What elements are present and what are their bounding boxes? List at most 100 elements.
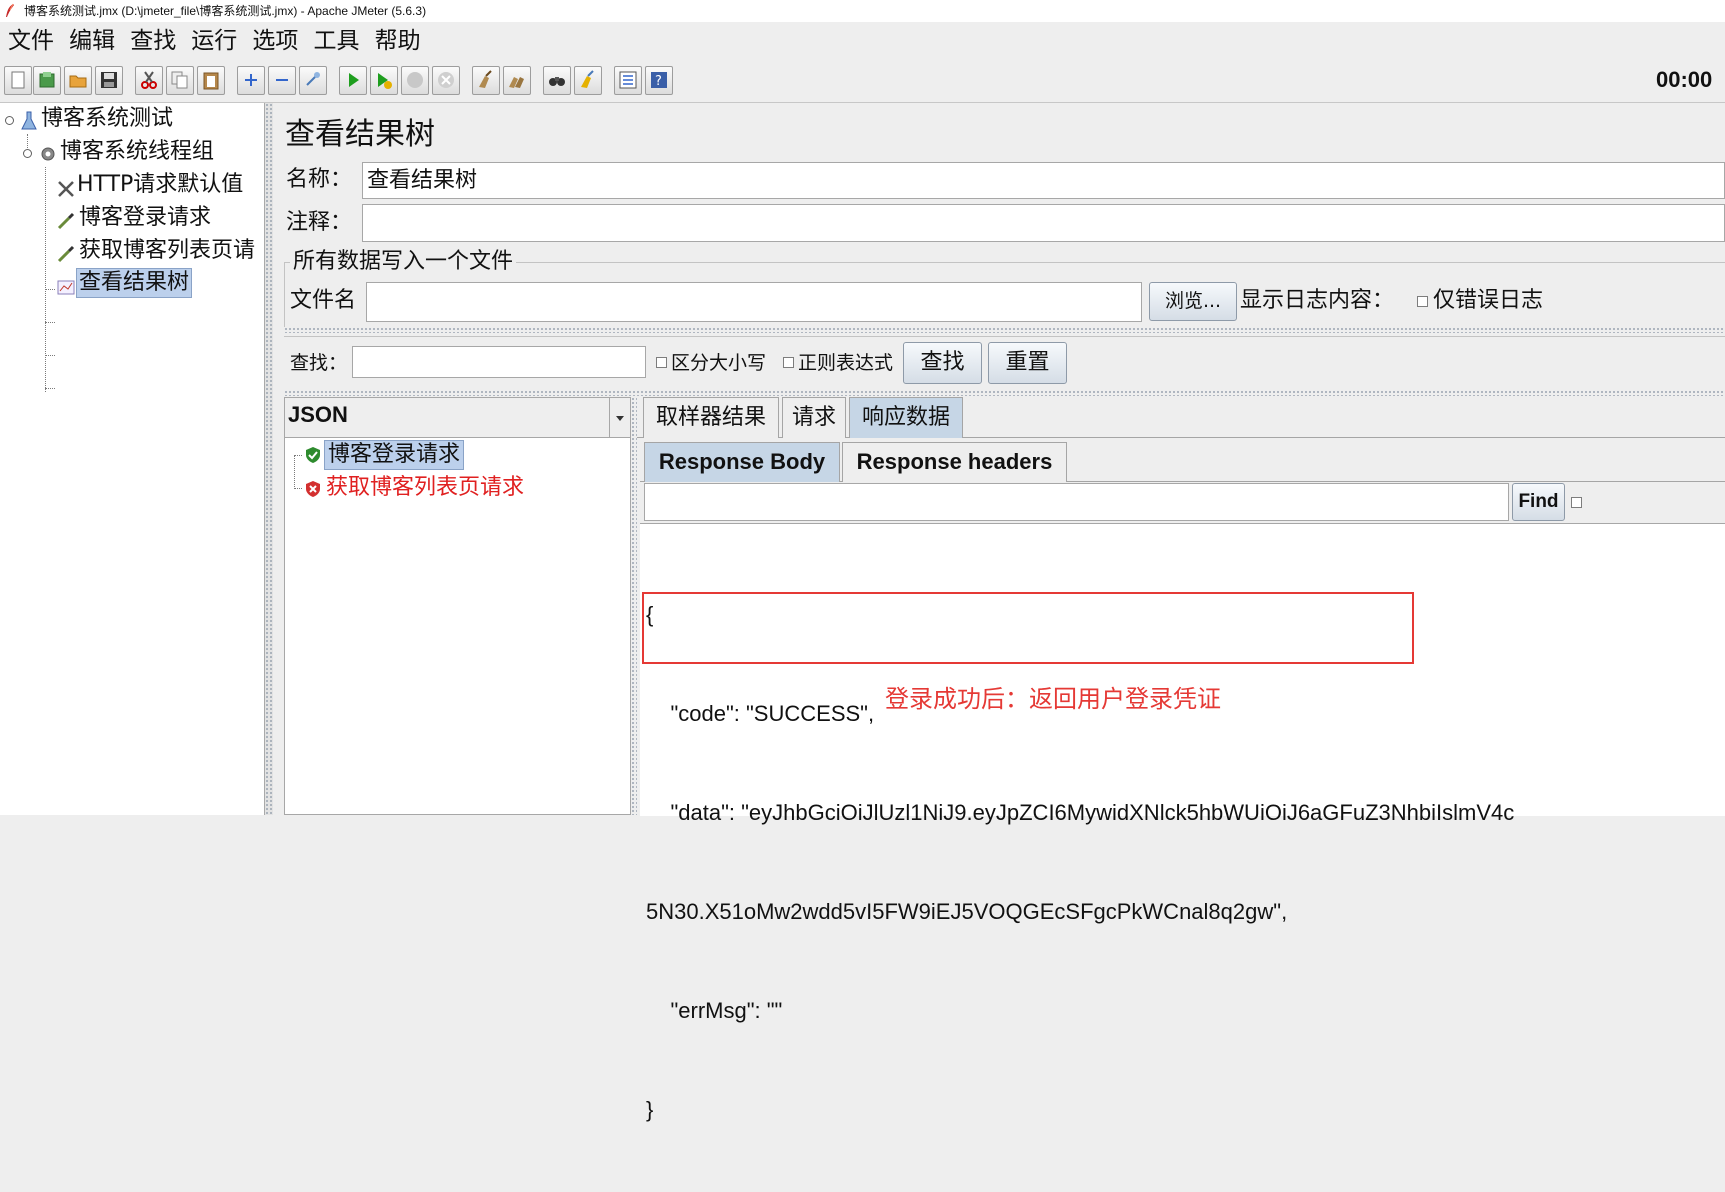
sample-login-request[interactable]: 博客登录请求 [324,440,465,470]
reset-button[interactable]: 重置 [988,342,1067,384]
shutdown-button[interactable] [432,66,460,95]
case-sensitive-checkbox[interactable] [656,357,667,368]
tree-node-thread-group[interactable]: 博客系统线程组 [60,138,214,166]
results-splitter[interactable] [284,390,1725,396]
save-button[interactable] [95,66,123,95]
search-input[interactable] [352,346,646,378]
reset-search-icon [581,70,594,88]
tree-thread-group-handle[interactable] [23,149,32,158]
tab-response-data[interactable]: 响应数据 [849,397,963,438]
response-body-text[interactable]: { "code": "SUCCESS", "data": "eyJhbGciOi… [640,523,1725,1122]
renderer-select[interactable]: JSON [285,398,630,438]
expand-all-button[interactable] [237,66,265,95]
errors-only-label: 仅错误日志 [1433,288,1544,313]
tree-splitter[interactable] [265,103,273,815]
find-button[interactable]: 查找 [903,342,982,384]
tree-node-view-results-tree[interactable]: 查看结果树 [76,268,193,298]
renderer-dropdown-button[interactable] [609,398,630,437]
help-button[interactable]: ? [645,66,673,95]
sample-blog-list-request[interactable]: 获取博客列表页请求 [326,474,524,502]
double-broom-icon [509,77,524,88]
menu-run[interactable]: 运行 [191,22,237,60]
reset-search-button[interactable] [574,66,602,95]
copy-button[interactable] [166,66,194,95]
copy-icon [171,71,188,89]
log-content-label: 显示日志内容： [1240,288,1395,313]
success-shield-icon [306,447,320,463]
stop-button[interactable] [401,66,429,95]
section-splitter[interactable] [284,327,1725,333]
paste-icon [203,72,219,90]
menu-bar: 文件 编辑 查找 运行 选项 工具 帮助 [0,22,1725,60]
annotation-text: 登录成功后：返回用户登录凭证 [885,685,1221,713]
renderer-value: JSON [288,402,348,427]
menu-edit[interactable]: 编辑 [69,22,115,60]
file-name-label: 文件名 [290,288,357,313]
start-no-pause-button[interactable] [370,66,398,95]
plus-icon [245,74,257,86]
tab-request[interactable]: 请求 [782,397,846,438]
errors-only-checkbox[interactable] [1417,296,1428,307]
toggle-icon [306,72,320,86]
response-line: "errMsg": "" [646,998,783,1023]
tab-sampler-result[interactable]: 取样器结果 [643,397,779,438]
comment-input[interactable] [362,204,1725,242]
case-sensitive-label: 区分大小写 [671,352,767,374]
play-icon [349,73,359,87]
body-find-button[interactable]: Find [1512,483,1565,521]
results-vertical-splitter[interactable] [631,397,637,815]
clear-button[interactable] [472,66,500,95]
menu-tools[interactable]: 工具 [313,22,359,60]
start-button[interactable] [339,66,367,95]
browse-button[interactable]: 浏览... [1149,282,1237,321]
title-bar: 博客系统测试.jmx (D:\jmeter_file\博客系统测试.jmx) -… [0,0,1725,22]
regex-checkbox[interactable] [783,357,794,368]
tree-node-login-request[interactable]: 博客登录请求 [79,204,211,232]
collapse-all-button[interactable] [268,66,296,95]
stop-icon [407,72,423,88]
broom-icon [479,70,492,88]
menu-file[interactable]: 文件 [8,22,54,60]
file-name-input[interactable] [366,282,1142,322]
cut-button[interactable] [135,66,163,95]
body-search-option-checkbox[interactable] [1571,497,1582,508]
svg-text:?: ? [655,74,662,89]
test-plan-tree: 博客系统测试 博客系统线程组 HTTP请求默认值 博客登录请求 获取博客列表页请… [0,103,265,815]
tree-node-blog-list-request[interactable]: 获取博客列表页请 [79,237,264,265]
tree-node-http-defaults[interactable]: HTTP请求默认值 [77,171,243,199]
clear-all-button[interactable] [503,66,531,95]
subtab-response-body[interactable]: Response Body [644,442,840,482]
list-icon [619,71,637,89]
window-title: 博客系统测试.jmx (D:\jmeter_file\博客系统测试.jmx) -… [24,4,427,18]
menu-help[interactable]: 帮助 [375,22,421,60]
response-line: 5N30.X51oMw2wdd5vI5FW9iEJ5VOQGEcSFgcPkWC… [646,899,1288,924]
binoculars-icon [549,77,565,86]
play-no-timers-icon [378,73,392,89]
menu-search[interactable]: 查找 [130,22,176,60]
help-icon: ? [651,72,667,89]
toggle-button[interactable] [299,66,327,95]
name-label: 名称： [286,167,353,192]
body-search-input[interactable] [644,483,1509,521]
tree-node-test-plan[interactable]: 博客系统测试 [41,105,173,133]
name-input[interactable]: 查看结果树 [362,162,1725,199]
templates-icon [39,72,55,88]
open-button[interactable] [64,66,92,95]
paste-button[interactable] [197,66,225,95]
shutdown-icon [438,72,454,88]
chevron-down-icon [616,416,624,421]
menu-options[interactable]: 选项 [252,22,298,60]
function-helper-button[interactable] [614,66,642,95]
templates-button[interactable] [33,66,61,95]
listener-graph-icon [57,280,75,295]
comment-label: 注释： [286,210,353,235]
new-button[interactable] [4,66,32,95]
response-line: "data": "eyJhbGciOiJlUzl1NiJ9.eyJpZCI6My… [646,800,1515,825]
save-icon [101,72,117,88]
regex-label: 正则表达式 [798,352,894,374]
test-plan-icon [21,111,37,130]
file-section-title: 所有数据写入一个文件 [290,247,517,277]
subtab-response-headers[interactable]: Response headers [842,442,1067,482]
tree-root-handle[interactable] [5,116,14,125]
search-button[interactable] [543,66,571,95]
